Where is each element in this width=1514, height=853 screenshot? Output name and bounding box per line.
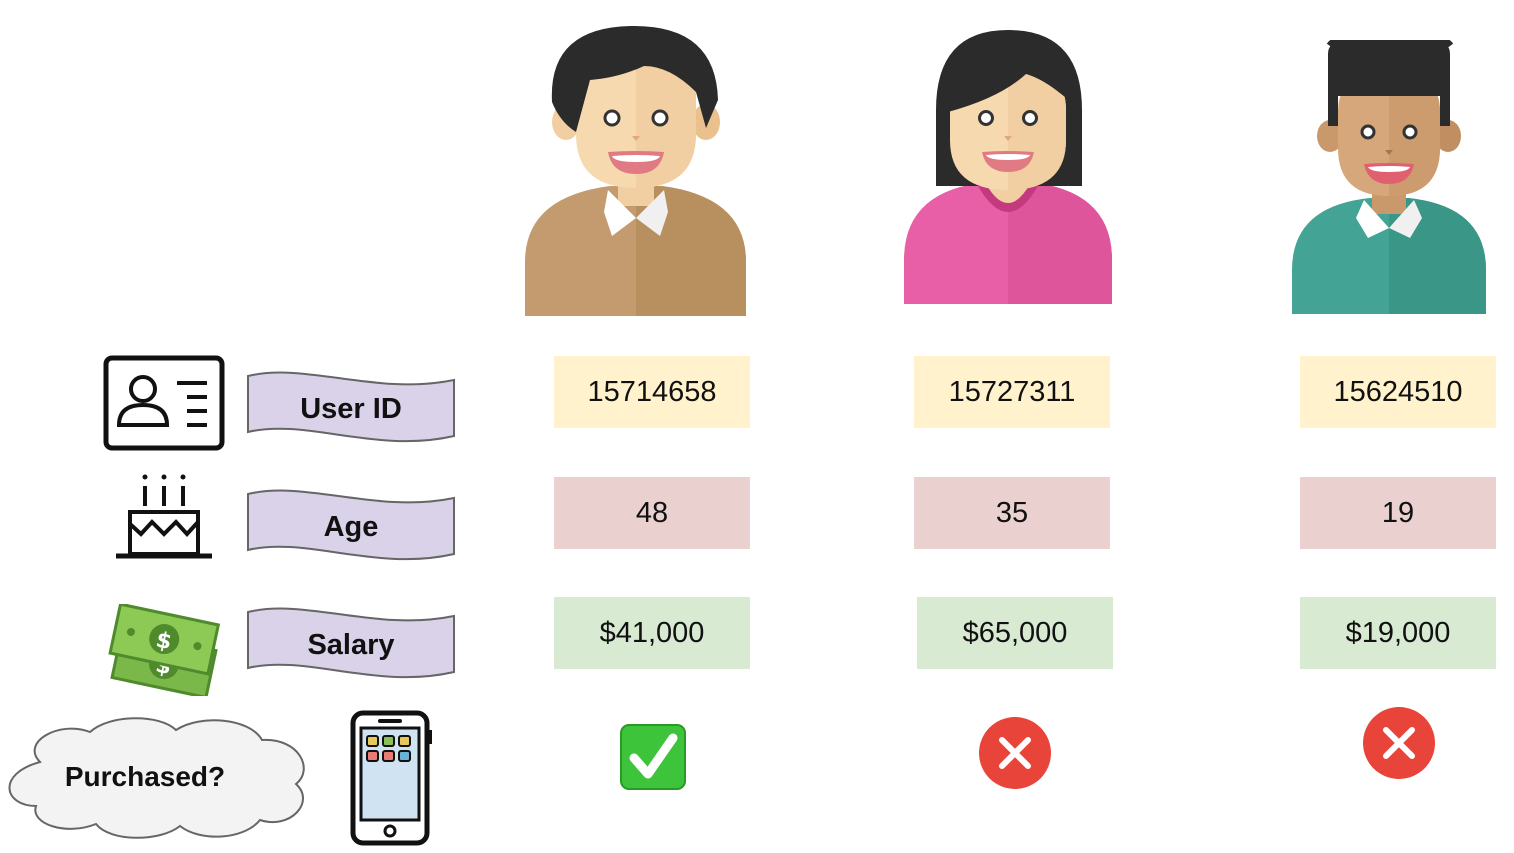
salary-label: Salary xyxy=(307,628,395,661)
user-1-age: 48 xyxy=(554,477,750,549)
user-1-salary: $41,000 xyxy=(554,597,750,669)
money-icon: $ $ xyxy=(106,602,222,701)
user-1-id: 15714658 xyxy=(554,356,750,428)
age-banner: Age xyxy=(246,488,456,564)
user-id-banner: User ID xyxy=(246,370,456,446)
salary-banner: Salary xyxy=(246,606,456,682)
avatar-user-1 xyxy=(520,22,752,318)
user-3-age: 19 xyxy=(1300,477,1496,549)
check-icon xyxy=(620,724,686,795)
user-3-salary: $19,000 xyxy=(1300,597,1496,669)
cross-icon xyxy=(978,716,1052,795)
age-label: Age xyxy=(323,510,379,543)
purchased-label: Purchased? xyxy=(64,761,226,792)
user-id-label: User ID xyxy=(300,392,402,425)
user-2-salary: $65,000 xyxy=(917,597,1113,669)
user-2-age: 35 xyxy=(914,477,1110,549)
cross-icon xyxy=(1362,706,1436,785)
cloud-icon: Purchased? xyxy=(0,712,316,842)
smartphone-icon xyxy=(350,710,434,853)
user-2-id: 15727311 xyxy=(914,356,1110,428)
avatar-user-2 xyxy=(900,30,1116,306)
id-card-icon xyxy=(103,355,225,456)
birthday-cake-icon xyxy=(114,472,214,565)
avatar-user-3 xyxy=(1290,40,1488,316)
user-3-id: 15624510 xyxy=(1300,356,1496,428)
